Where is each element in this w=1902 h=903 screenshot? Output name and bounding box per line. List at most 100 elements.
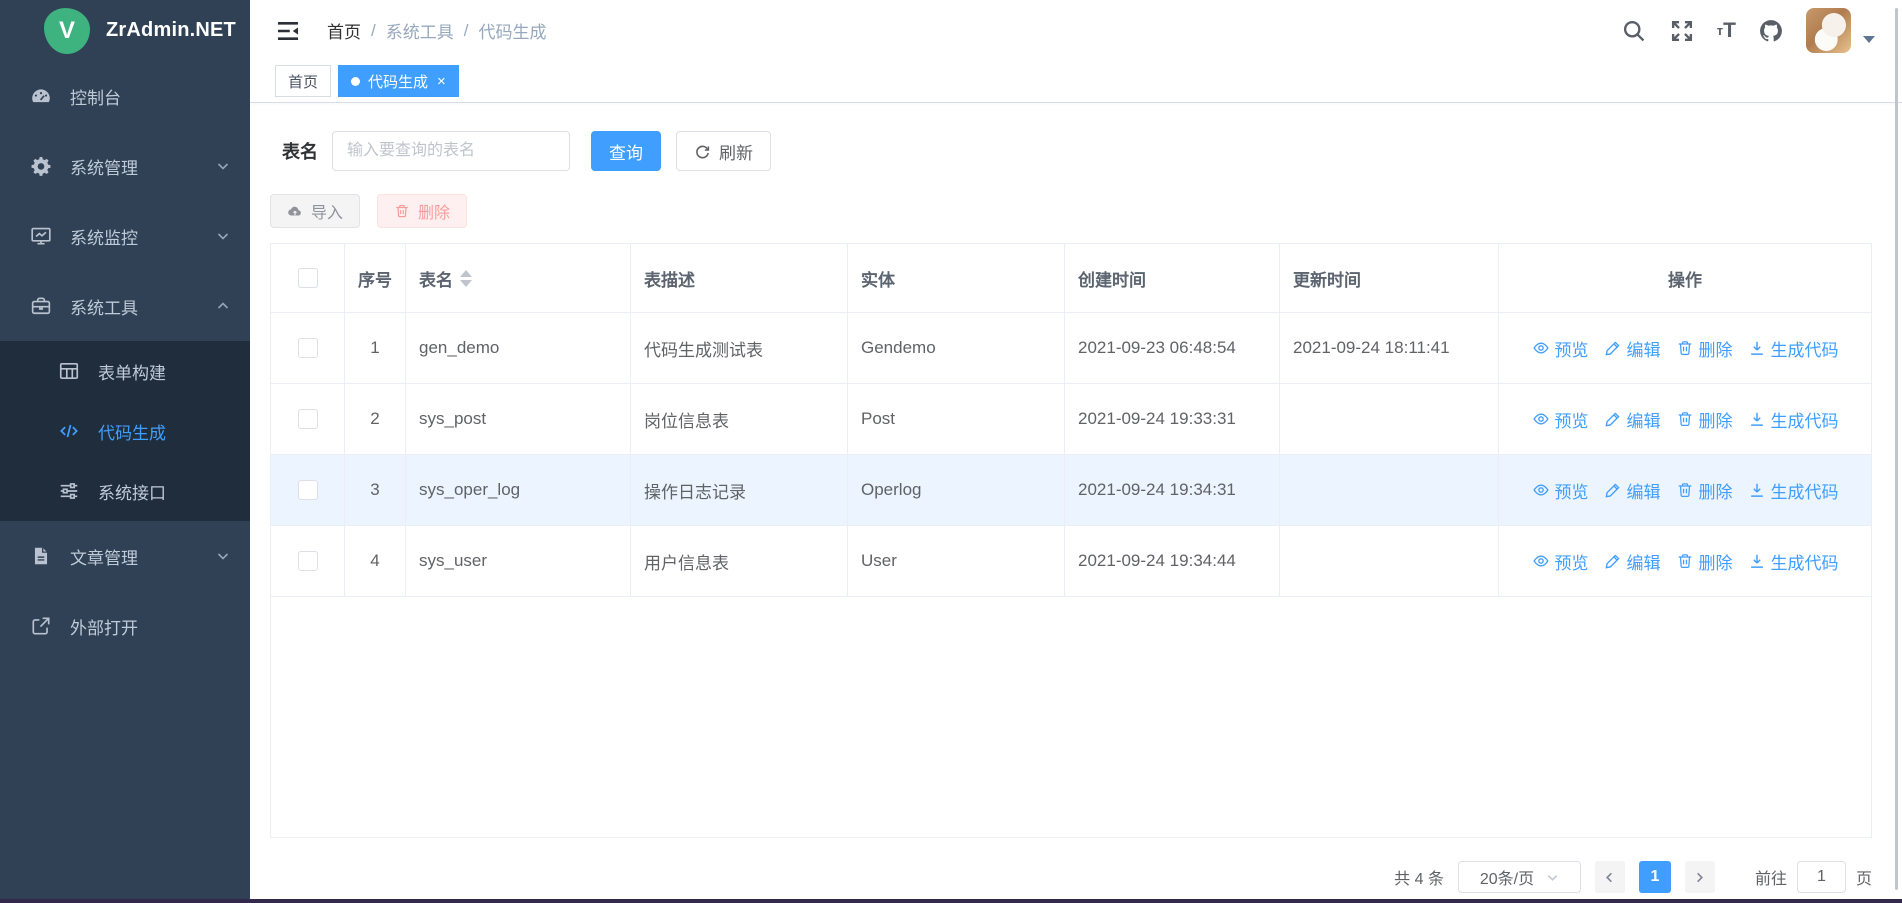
pen-icon	[1604, 481, 1622, 499]
delete-link[interactable]: 删除	[1676, 549, 1733, 574]
delete-button-label: 删除	[418, 199, 450, 223]
cell-description: 岗位信息表	[631, 384, 848, 454]
prev-page-button[interactable]	[1595, 861, 1625, 893]
preview-link[interactable]: 预览	[1532, 336, 1589, 361]
table-row[interactable]: 2 sys_post 岗位信息表 Post 2021-09-24 19:33:3…	[271, 384, 1871, 455]
cell-description: 用户信息表	[631, 526, 848, 596]
cloud-upload-icon	[287, 203, 303, 219]
fullscreen-icon[interactable]	[1669, 18, 1695, 44]
table-row[interactable]: 3 sys_oper_log 操作日志记录 Operlog 2021-09-24…	[271, 455, 1871, 526]
row-checkbox[interactable]	[298, 551, 318, 571]
font-size-icon[interactable]: тT	[1717, 18, 1736, 44]
table-row[interactable]: 1 gen_demo 代码生成测试表 Gendemo 2021-09-23 06…	[271, 313, 1871, 384]
breadcrumb-separator: /	[371, 21, 376, 41]
cell-index: 4	[345, 526, 406, 596]
cell-description: 操作日志记录	[631, 455, 848, 525]
sidebar-item-code-generate[interactable]: 代码生成	[0, 401, 250, 461]
cell-entity: User	[848, 526, 1065, 596]
search-icon[interactable]	[1621, 18, 1647, 44]
download-icon	[1748, 339, 1766, 357]
table-row[interactable]: 4 sys_user 用户信息表 User 2021-09-24 19:34:4…	[271, 526, 1871, 597]
select-all-checkbox[interactable]	[298, 268, 318, 288]
generate-code-link[interactable]: 生成代码	[1748, 478, 1839, 503]
sort-caret-icon[interactable]	[460, 270, 472, 287]
delete-link[interactable]: 删除	[1676, 478, 1733, 503]
sidebar-item-label: 系统监控	[70, 224, 216, 249]
generate-code-link[interactable]: 生成代码	[1748, 407, 1839, 432]
row-checkbox[interactable]	[298, 480, 318, 500]
external-link-icon	[30, 615, 52, 637]
tab-home[interactable]: 首页	[275, 65, 331, 97]
sidebar-item-article-manage[interactable]: 文章管理	[0, 521, 250, 591]
user-avatar[interactable]	[1806, 8, 1851, 53]
table-name-input[interactable]	[332, 131, 570, 171]
github-icon[interactable]	[1758, 18, 1784, 44]
page-scrollbar[interactable]	[1895, 8, 1898, 890]
cell-updated: 2021-09-24 18:11:41	[1280, 313, 1499, 383]
edit-link[interactable]: 编辑	[1604, 478, 1661, 503]
row-checkbox[interactable]	[298, 409, 318, 429]
avatar-caret-down-icon[interactable]	[1863, 36, 1875, 43]
refresh-button-label: 刷新	[719, 139, 753, 164]
sidebar-item-form-builder[interactable]: 表单构建	[0, 341, 250, 401]
app-logo[interactable]: V ZrAdmin.NET	[0, 0, 250, 61]
goto-page-group: 前往 页	[1755, 861, 1872, 893]
sidebar-item-label: 控制台	[70, 84, 230, 109]
import-button[interactable]: 导入	[270, 194, 360, 228]
tab-close-icon[interactable]: ×	[437, 74, 446, 89]
app-title: ZrAdmin.NET	[106, 19, 236, 42]
document-icon	[30, 545, 52, 567]
sidebar-item-system-manage[interactable]: 系统管理	[0, 131, 250, 201]
generate-code-link[interactable]: 生成代码	[1748, 549, 1839, 574]
table-header-row: 序号 表名 表描述 实体 创建时间 更新时间 操作	[271, 244, 1871, 313]
goto-page-input[interactable]	[1797, 861, 1846, 893]
tab-code-generate[interactable]: 代码生成 ×	[338, 65, 459, 97]
sidebar-item-external-open[interactable]: 外部打开	[0, 591, 250, 661]
generate-code-link[interactable]: 生成代码	[1748, 336, 1839, 361]
next-page-button[interactable]	[1685, 861, 1715, 893]
eye-icon	[1532, 339, 1550, 357]
pen-icon	[1604, 552, 1622, 570]
download-icon	[1748, 410, 1766, 428]
column-header-name[interactable]: 表名	[406, 244, 631, 312]
delete-selected-button[interactable]: 删除	[377, 194, 467, 228]
header-actions: тT	[1621, 8, 1875, 53]
toolbox-icon	[30, 295, 52, 317]
search-button[interactable]: 查询	[591, 131, 661, 171]
preview-link[interactable]: 预览	[1532, 549, 1589, 574]
sidebar-item-label: 代码生成	[98, 419, 230, 444]
cell-name: sys_user	[406, 526, 631, 596]
sidebar-item-system-monitor[interactable]: 系统监控	[0, 201, 250, 271]
edit-link[interactable]: 编辑	[1604, 336, 1661, 361]
sidebar-item-system-api[interactable]: 系统接口	[0, 461, 250, 521]
preview-link[interactable]: 预览	[1532, 407, 1589, 432]
cell-name: sys_post	[406, 384, 631, 454]
cell-index: 3	[345, 455, 406, 525]
sidebar-collapse-icon[interactable]	[275, 18, 301, 44]
delete-link[interactable]: 删除	[1676, 336, 1733, 361]
preview-link[interactable]: 预览	[1532, 478, 1589, 503]
cell-entity: Gendemo	[848, 313, 1065, 383]
main-area: 首页 / 系统工具 / 代码生成 тT 首页 代码生成	[250, 0, 1902, 899]
cell-updated	[1280, 455, 1499, 525]
refresh-button[interactable]: 刷新	[676, 131, 771, 171]
cell-index: 2	[345, 384, 406, 454]
breadcrumb-home[interactable]: 首页	[327, 18, 361, 43]
pagination-bar: 共 4 条 20条/页 1 前往 页	[270, 861, 1872, 893]
edit-link[interactable]: 编辑	[1604, 549, 1661, 574]
page-number-button[interactable]: 1	[1639, 861, 1671, 893]
edit-link[interactable]: 编辑	[1604, 407, 1661, 432]
filter-bar: 表名 查询 刷新	[270, 131, 1872, 171]
cell-created: 2021-09-24 19:34:44	[1065, 526, 1280, 596]
column-header-updated: 更新时间	[1280, 244, 1499, 312]
breadcrumb-section: 系统工具	[386, 18, 454, 43]
gear-icon	[30, 155, 52, 177]
cell-entity: Operlog	[848, 455, 1065, 525]
sidebar-item-dashboard[interactable]: 控制台	[0, 61, 250, 131]
page-content: 表名 查询 刷新 导入	[250, 131, 1902, 893]
delete-link[interactable]: 删除	[1676, 407, 1733, 432]
row-checkbox[interactable]	[298, 338, 318, 358]
page-size-select[interactable]: 20条/页	[1458, 861, 1581, 893]
chevron-up-icon	[216, 299, 230, 313]
sidebar-item-system-tools[interactable]: 系统工具	[0, 271, 250, 341]
